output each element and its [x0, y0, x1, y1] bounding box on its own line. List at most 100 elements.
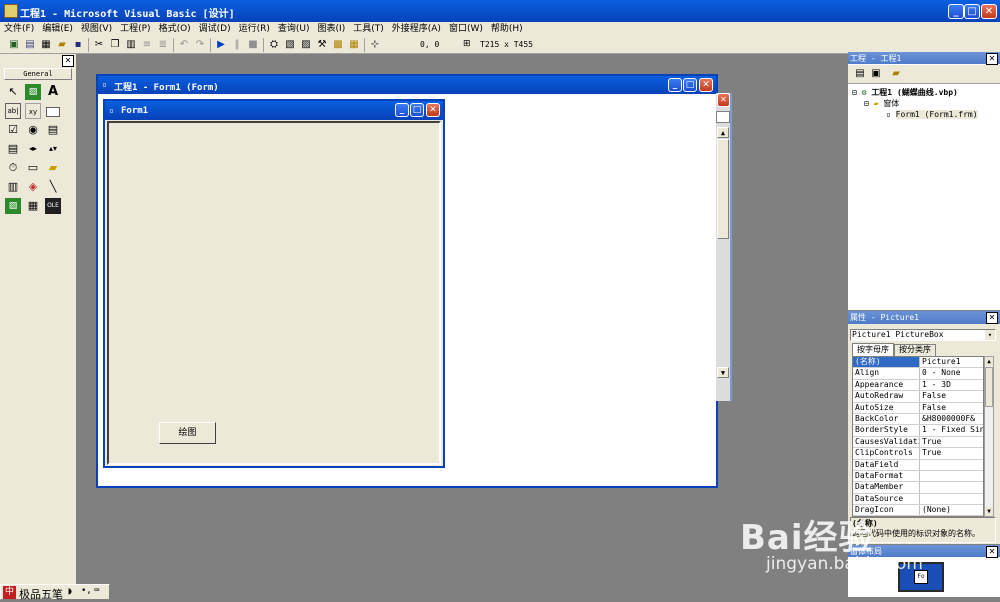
property-value[interactable]: (None) — [920, 505, 983, 515]
timer-icon[interactable]: ⏱ — [5, 160, 21, 176]
property-value[interactable]: 1 - Fixed Single — [920, 425, 983, 435]
collapse-icon[interactable]: ⊟ — [864, 99, 869, 108]
form-position-preview[interactable]: Fo — [914, 570, 928, 584]
save-icon[interactable]: ▪ — [71, 38, 85, 52]
form-designer-close[interactable]: ✕ — [699, 78, 713, 92]
tree-folder[interactable]: ⊟ ▰ 窗体 — [852, 98, 998, 109]
data-control-icon[interactable]: ▦ — [25, 198, 41, 214]
property-value[interactable] — [920, 494, 983, 504]
property-value[interactable] — [920, 482, 983, 492]
close-button[interactable]: ✕ — [981, 4, 997, 19]
menu-editor-icon[interactable]: ▦ — [39, 38, 53, 52]
property-row[interactable]: AutoSize False — [853, 402, 983, 414]
tree-item-form1[interactable]: ▫ Form1 (Form1.frm) — [852, 109, 998, 120]
filelistbox-icon[interactable]: ▥ — [5, 179, 21, 195]
toggle-folders-icon[interactable]: ▰ — [889, 67, 903, 81]
menu-run[interactable]: 运行(R) — [235, 22, 274, 36]
shape-icon[interactable]: ◈ — [25, 179, 41, 195]
toolbox-icon[interactable]: ▩ — [331, 38, 345, 52]
paste-icon[interactable]: ▥ — [124, 38, 138, 52]
tab-categorized[interactable]: 按分类序 — [894, 344, 936, 356]
property-row[interactable]: (名称) Picture1 — [853, 357, 983, 369]
property-value[interactable] — [920, 471, 983, 481]
property-row[interactable]: BorderStyle1 - Fixed Single — [853, 425, 983, 437]
textbox-icon[interactable]: ab| — [5, 103, 21, 119]
tab-alphabetic[interactable]: 按字母序 — [852, 343, 894, 356]
project-explorer-close[interactable]: ✕ — [986, 53, 998, 65]
property-scroll-thumb[interactable] — [985, 367, 993, 407]
cut-icon[interactable]: ✂ — [92, 38, 106, 52]
menu-help[interactable]: 帮助(H) — [487, 22, 527, 36]
property-value[interactable]: 0 - None — [920, 368, 983, 378]
chevron-down-icon[interactable]: ▾ — [985, 330, 995, 340]
property-value[interactable]: 1 - 3D — [920, 380, 983, 390]
object-selector[interactable]: Picture1 PictureBox ▾ — [850, 329, 996, 341]
form-designer-minimize[interactable]: _ — [668, 78, 682, 92]
hscrollbar-icon[interactable]: ◂▸ — [25, 141, 41, 157]
listbox-icon[interactable]: ▤ — [5, 141, 21, 157]
menu-edit[interactable]: 编辑(E) — [38, 22, 77, 36]
property-value[interactable]: &H8000000F& — [920, 414, 983, 424]
project-explorer-icon[interactable]: ⛭ — [267, 38, 281, 52]
commandbutton-icon[interactable] — [45, 103, 61, 119]
draw-button[interactable]: 绘图 — [159, 422, 216, 444]
form-designer-maximize[interactable]: □ — [683, 78, 697, 92]
property-row[interactable]: DataMember — [853, 482, 983, 494]
property-scroll-up[interactable]: ▲ — [985, 357, 993, 366]
property-value[interactable]: True — [920, 448, 983, 458]
redo-icon[interactable]: ↷ — [193, 38, 207, 52]
copy-icon[interactable]: ❐ — [108, 38, 122, 52]
code-object-dropdown[interactable] — [716, 111, 730, 123]
properties-window-icon[interactable]: ▧ — [283, 38, 297, 52]
code-window-close[interactable]: ✕ — [717, 93, 730, 107]
code-scroll-thumb[interactable] — [717, 139, 729, 239]
menu-debug[interactable]: 调试(D) — [195, 22, 235, 36]
minimize-button[interactable]: _ — [948, 4, 964, 19]
pointer-icon[interactable]: ↖ — [5, 84, 21, 100]
optionbutton-icon[interactable]: ◉ — [25, 122, 41, 138]
property-row[interactable]: Appearance 1 - 3D — [853, 379, 983, 392]
property-row[interactable]: DataSource — [853, 493, 983, 506]
collapse-icon[interactable]: ⊟ — [852, 88, 857, 97]
ime-mode-icon[interactable]: 中 — [3, 586, 16, 599]
break-icon[interactable]: ‖ — [230, 38, 244, 52]
property-scrollbar[interactable]: ▲ ▼ — [984, 356, 994, 517]
object-browser-icon[interactable]: ⚒ — [315, 38, 329, 52]
frame-icon[interactable]: xy — [25, 103, 41, 119]
line-icon[interactable]: ╲ — [45, 179, 61, 195]
dirlistbox-icon[interactable]: ▰ — [45, 160, 61, 176]
picturebox-icon[interactable]: ▨ — [25, 84, 41, 100]
view-code-icon[interactable]: ▤ — [853, 67, 867, 81]
menu-window[interactable]: 窗口(W) — [445, 22, 487, 36]
undo-icon[interactable]: ↶ — [177, 38, 191, 52]
data-view-icon[interactable]: ▦ — [347, 38, 361, 52]
find-icon[interactable]: ≡ — [140, 38, 154, 52]
menu-tools[interactable]: 工具(T) — [349, 22, 388, 36]
ime-keyboard-icon[interactable]: ⌨ — [94, 586, 99, 596]
property-row[interactable]: BackColor &H8000000F& — [853, 413, 983, 426]
drivelistbox-icon[interactable]: ▭ — [25, 160, 41, 176]
find-next-icon[interactable]: ≣ — [156, 38, 170, 52]
ime-punct-icon[interactable]: •, — [81, 586, 92, 596]
property-scroll-down[interactable]: ▼ — [985, 507, 993, 516]
form-layout-icon[interactable]: ▨ — [299, 38, 313, 52]
add-project-icon[interactable]: ▣ — [7, 38, 21, 52]
form1-window[interactable]: ▫ Form1 _ □ ✕ 绘图 — [103, 99, 445, 468]
open-icon[interactable]: ▰ — [55, 38, 69, 52]
start-icon[interactable]: ▶ — [214, 38, 228, 52]
property-value[interactable]: False — [920, 391, 983, 401]
menu-format[interactable]: 格式(O) — [155, 22, 195, 36]
property-row[interactable]: Align 0 - None — [853, 368, 983, 380]
menu-project[interactable]: 工程(P) — [116, 22, 154, 36]
view-object-icon[interactable]: ▣ — [869, 67, 883, 81]
toolbox-close-button[interactable]: ✕ — [62, 55, 74, 67]
property-value[interactable]: Picture1 — [920, 357, 983, 368]
maximize-button[interactable]: □ — [964, 4, 980, 19]
picture1-picturebox[interactable] — [107, 121, 441, 465]
checkbox-icon[interactable]: ☑ — [5, 122, 21, 138]
toolbox-tab-general[interactable]: General — [4, 68, 72, 80]
vscrollbar-icon[interactable]: ▴▾ — [45, 141, 61, 157]
property-row[interactable]: ClipControls True — [853, 448, 983, 460]
menu-query[interactable]: 查询(U) — [274, 22, 314, 36]
code-scroll-up[interactable]: ▲ — [717, 127, 729, 138]
